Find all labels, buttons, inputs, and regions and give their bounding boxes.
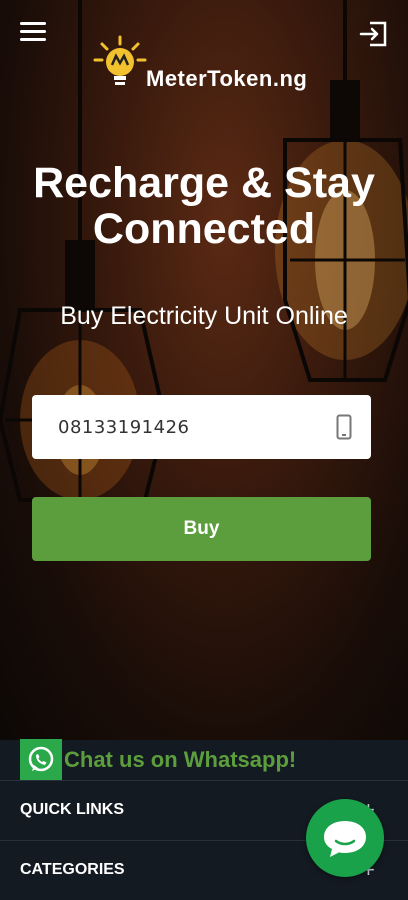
hamburger-icon — [20, 22, 46, 25]
mobile-phone-icon — [336, 414, 352, 440]
hero-title: Recharge & Stay Connected — [33, 159, 375, 253]
categories-label: CATEGORIES — [20, 861, 125, 878]
phone-number-field[interactable] — [32, 395, 371, 459]
brand-name: MeterToken.ng — [146, 66, 308, 91]
hero-section — [0, 0, 408, 740]
whatsapp-chat-link[interactable]: Chat us on Whatsapp! — [20, 739, 296, 781]
menu-button[interactable] — [20, 22, 46, 44]
brand-logo[interactable]: MeterToken.ng — [92, 34, 322, 98]
phone-number-input[interactable] — [32, 395, 322, 459]
live-chat-button[interactable] — [306, 799, 384, 877]
whatsapp-chat-label: Chat us on Whatsapp! — [64, 747, 297, 772]
hero-subtitle: Buy Electricity Unit Online — [60, 302, 348, 330]
login-icon[interactable] — [358, 18, 390, 50]
whatsapp-icon — [20, 739, 62, 781]
buy-button[interactable]: Buy — [32, 497, 371, 561]
quick-links-label: QUICK LINKS — [20, 801, 124, 818]
lightbulb-logo-icon — [93, 35, 147, 85]
chat-bubble-icon — [324, 821, 366, 857]
lamp-background-image — [0, 0, 408, 502]
page: MeterToken.ng Recharge & Stay Connected … — [0, 0, 408, 900]
